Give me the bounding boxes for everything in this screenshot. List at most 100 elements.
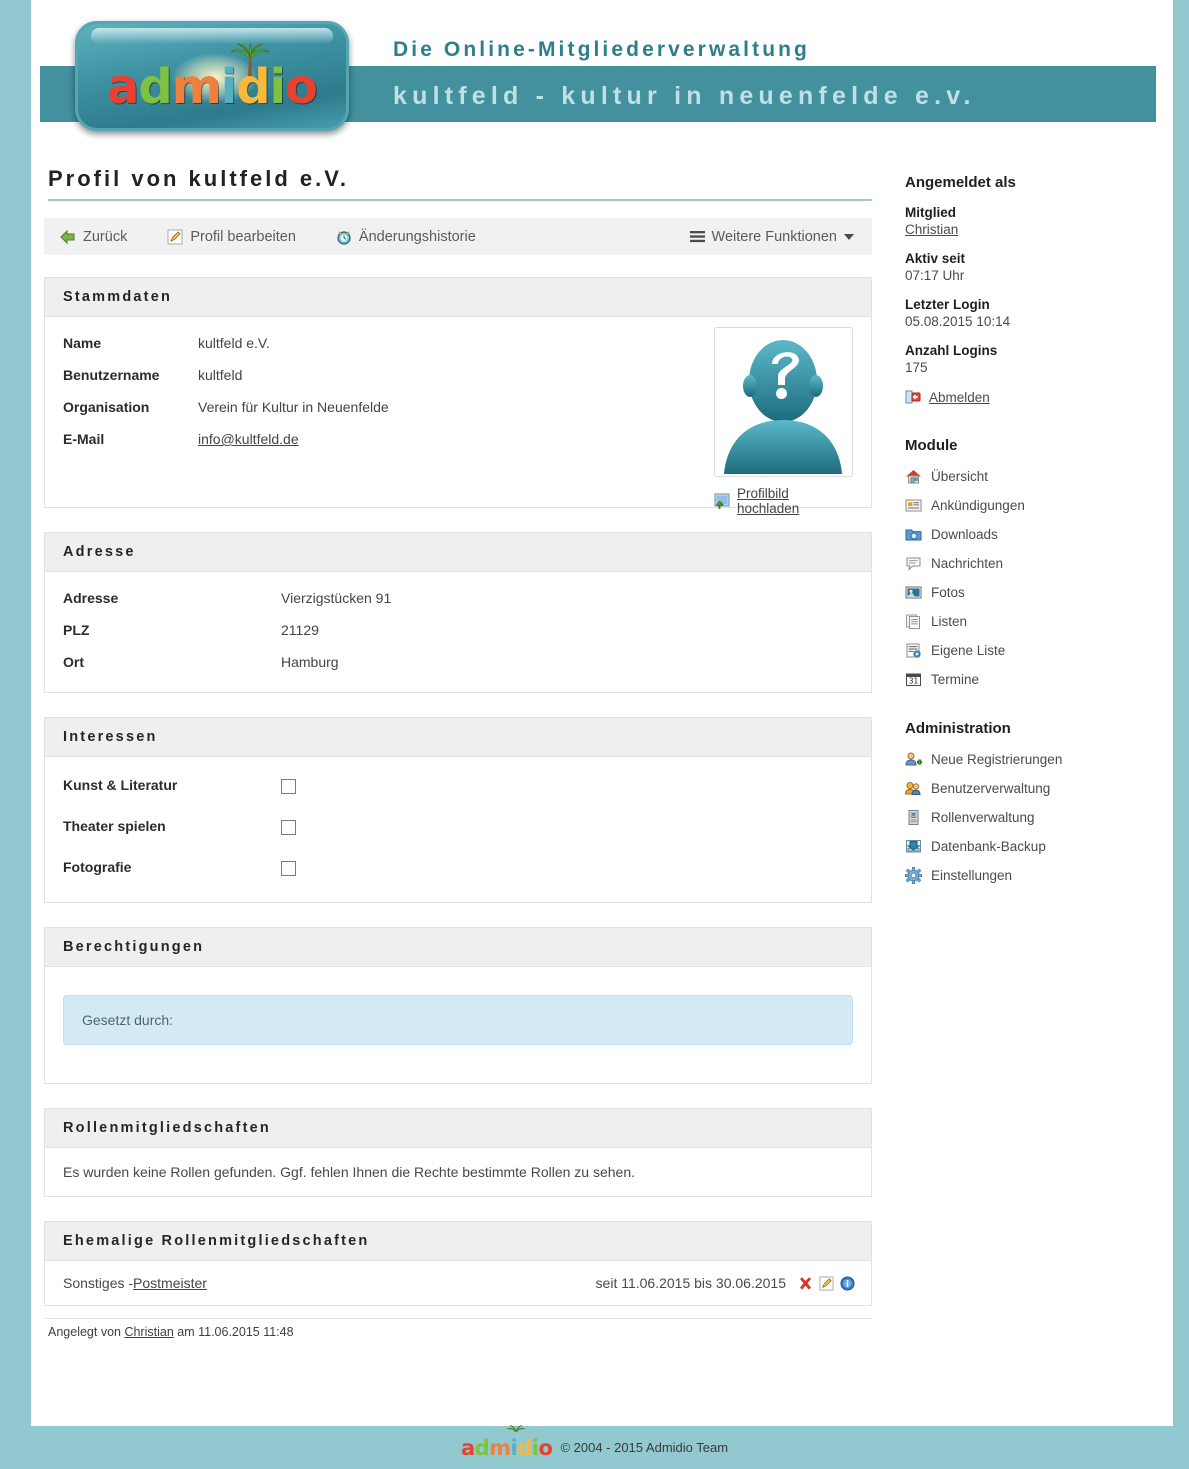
alarm-clock-icon	[336, 229, 352, 245]
interest-row: Fotografie	[63, 859, 853, 876]
sidebar-item-neue-registrierungen[interactable]: Neue Registrierungen	[905, 751, 1160, 768]
upload-photo-row[interactable]: Profilbild hochladen	[714, 486, 853, 516]
delete-icon[interactable]	[798, 1276, 813, 1291]
table-row: Sonstiges - Postmeister seit 11.06.2015 …	[45, 1261, 871, 1305]
panel-berechtigungen-body: Gesetzt durch:	[45, 967, 871, 1083]
content-shell: Die Online-Mitgliederverwaltung kultfeld…	[31, 0, 1173, 1426]
rollen-empty-message: Es wurden keine Rollen gefunden. Ggf. fe…	[63, 1164, 636, 1180]
organization-name: kultfeld - kultur in neuenfelde e.v.	[393, 82, 976, 110]
panel-rollen-heading: Rollenmitgliedschaften	[45, 1109, 871, 1148]
change-history-label: Änderungshistorie	[358, 228, 476, 245]
permission-info-box: Gesetzt durch:	[63, 995, 853, 1045]
database-backup-icon	[905, 838, 922, 855]
sidebar-item-benutzerverwaltung[interactable]: Benutzerverwaltung	[904, 780, 1160, 797]
panel-interessen-heading: Interessen	[45, 718, 871, 757]
member-profile-link[interactable]: Christian	[905, 222, 958, 237]
sidebar-item-eigene-liste[interactable]: Eigene Liste	[905, 642, 1160, 659]
panel-berechtigungen: Berechtigungen Gesetzt durch:	[44, 927, 872, 1084]
sidebar-item-ankuendigungen[interactable]: Ankündigungen	[905, 497, 1160, 514]
sidebar-member-value: Christian	[905, 222, 1160, 237]
role-period: seit 11.06.2015 bis 30.06.2015	[595, 1275, 786, 1291]
sidebar-item-fotos[interactable]: Fotos	[905, 584, 1160, 601]
footer-logo: admidio	[461, 1424, 553, 1460]
calendar-icon: 31	[905, 671, 922, 688]
content-column: Profil von kultfeld e.V. Zurück Profil b…	[44, 166, 872, 1339]
edit-profile-label: Profil bearbeiten	[190, 228, 296, 245]
site-slogan: Die Online-Mitgliederverwaltung	[393, 38, 810, 61]
back-button-label: Zurück	[83, 228, 128, 245]
edit-profile-button[interactable]: Profil bearbeiten	[167, 229, 296, 245]
sidebar-item-uebersicht[interactable]: Übersicht	[905, 468, 1160, 485]
sidebar-item-label: Benutzerverwaltung	[931, 781, 1051, 796]
sidebar-item-label: Rollenverwaltung	[931, 810, 1035, 825]
gear-icon	[905, 867, 923, 885]
sidebar-admin-heading: Administration	[905, 720, 1011, 737]
sidebar: Angemeldet als Mitglied Christian Aktiv …	[904, 174, 1160, 896]
sidebar-item-rollenverwaltung[interactable]: Rollenverwaltung	[905, 809, 1160, 826]
sidebar-item-label: Listen	[931, 614, 968, 629]
sidebar-item-einstellungen[interactable]: Einstellungen	[905, 867, 1160, 885]
announcement-icon	[905, 497, 922, 514]
sidebar-item-nachrichten[interactable]: Nachrichten	[905, 555, 1160, 572]
sidebar-item-datenbank-backup[interactable]: Datenbank-Backup	[905, 838, 1160, 855]
change-history-button[interactable]: Änderungshistorie	[336, 229, 476, 245]
avatar	[714, 327, 853, 477]
upload-photo-link[interactable]: Profilbild hochladen	[737, 486, 853, 516]
sidebar-item-listen[interactable]: Listen	[905, 613, 1160, 630]
field-value: Hamburg	[281, 654, 339, 670]
sidebar-item-downloads[interactable]: Downloads	[905, 526, 1160, 543]
field-value: Vierzigstücken 91	[281, 590, 392, 606]
info-icon[interactable]	[840, 1275, 855, 1291]
sidebar-item-label: Nachrichten	[931, 556, 1004, 571]
home-icon	[905, 468, 922, 485]
logo-wordmark: admidio	[106, 59, 318, 115]
panel-stammdaten-body: Name kultfeld e.V. Benutzername kultfeld…	[45, 317, 871, 516]
panel-stammdaten-heading: Stammdaten	[45, 278, 871, 317]
avatar-placeholder-icon	[715, 328, 852, 476]
sidebar-item-label: Datenbank-Backup	[931, 839, 1046, 854]
field-row-adresse: Adresse Vierzigstücken 91	[63, 590, 853, 606]
sidebar-item-label: Neue Registrierungen	[931, 752, 1063, 767]
panel-adresse-body: Adresse Vierzigstücken 91 PLZ 21129 Ort …	[45, 572, 871, 692]
interest-checkbox[interactable]	[281, 861, 296, 876]
sidebar-item-label: Fotos	[931, 585, 965, 600]
sidebar-item-label: Eigene Liste	[931, 643, 1006, 658]
field-label: Ort	[63, 654, 84, 670]
panel-ehemalige-rollen-heading: Ehemalige Rollenmitgliedschaften	[45, 1222, 871, 1261]
sidebar-item-label: Downloads	[931, 527, 998, 542]
upload-image-icon	[714, 493, 730, 509]
more-functions-dropdown[interactable]: Weitere Funktionen	[689, 229, 854, 245]
sidebar-item-label: Übersicht	[931, 469, 989, 484]
panel-adresse-heading: Adresse	[45, 533, 871, 572]
interest-checkbox[interactable]	[281, 820, 296, 835]
sidebar-item-termine[interactable]: 31 Termine	[905, 671, 1160, 688]
palm-tree-icon	[506, 1424, 526, 1432]
download-folder-icon	[905, 526, 922, 543]
created-info: Angelegt von Christian am 11.06.2015 11:…	[44, 1318, 872, 1339]
email-link[interactable]: info@kultfeld.de	[198, 431, 299, 447]
panel-ehemalige-rollen: Ehemalige Rollenmitgliedschaften Sonstig…	[44, 1221, 872, 1306]
interest-checkbox[interactable]	[281, 779, 296, 794]
field-label: PLZ	[63, 622, 90, 638]
back-arrow-icon	[60, 229, 76, 245]
edit-icon[interactable]	[819, 1275, 834, 1291]
sidebar-login-count-value: 175	[905, 360, 928, 375]
sidebar-item-label: Termine	[931, 672, 980, 687]
panel-stammdaten: Stammdaten Name kultfeld e.V. Benutzerna…	[44, 277, 872, 516]
message-icon	[905, 555, 922, 572]
created-user-link[interactable]: Christian	[124, 1325, 173, 1339]
field-label: Name	[63, 335, 102, 351]
created-suffix: am 11.06.2015 11:48	[173, 1325, 294, 1339]
logout-icon	[905, 389, 921, 405]
sidebar-last-login-label: Letzter Login	[905, 297, 990, 312]
sidebar-modules-list: Übersicht Ankündigungen Downloads Nachri…	[905, 468, 1160, 688]
logout-link[interactable]: Abmelden	[929, 390, 990, 405]
panel-rollenmitgliedschaften: Rollenmitgliedschaften Es wurden keine R…	[44, 1108, 872, 1197]
role-link[interactable]: Postmeister	[133, 1275, 207, 1291]
field-row-plz: PLZ 21129	[63, 622, 853, 638]
field-value: Verein für Kultur in Neuenfelde	[198, 399, 389, 415]
logout-row[interactable]: Abmelden	[905, 389, 1160, 405]
back-button[interactable]: Zurück	[60, 229, 127, 245]
logo-gloss	[91, 28, 333, 44]
admidio-logo[interactable]: admidio	[75, 21, 349, 131]
